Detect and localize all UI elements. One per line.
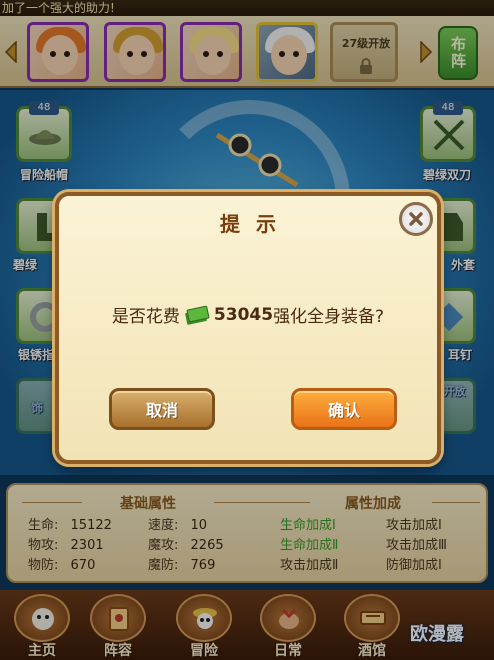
close-icon xyxy=(409,212,423,226)
close-button[interactable] xyxy=(399,202,433,236)
money-icon xyxy=(185,305,210,325)
dialog-prompt: 是否花费 53045 强化全身装备? xyxy=(59,302,437,328)
confirm-dialog: 提示 是否花费 53045 强化全身装备? 取消 确认 xyxy=(55,192,441,464)
prompt-prefix: 是否花费 xyxy=(111,307,180,327)
prompt-suffix: 强化全身装备? xyxy=(273,307,385,327)
cancel-button[interactable]: 取消 xyxy=(109,388,215,430)
confirm-button[interactable]: 确认 xyxy=(291,388,397,430)
cost-amount: 53045 xyxy=(213,304,274,325)
dialog-title: 提示 xyxy=(220,212,292,236)
